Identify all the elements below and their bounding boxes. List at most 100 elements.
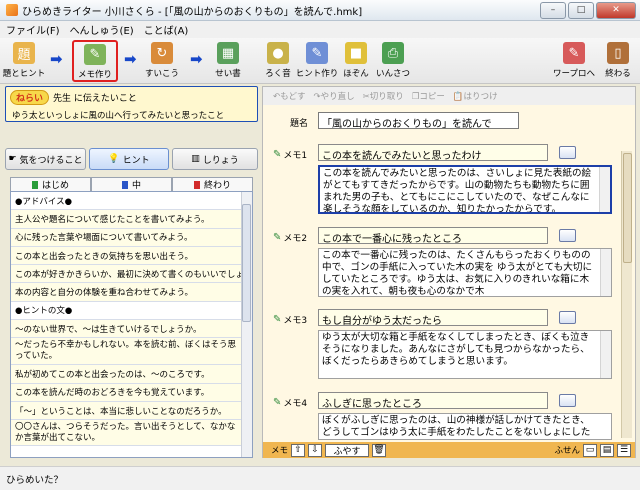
clean-copy-button[interactable]: ▦ せい書 [208,40,248,82]
menu-words[interactable]: ことば(A) [144,22,189,37]
copy-button[interactable]: ❐コピー [412,90,445,102]
print-icon: ⎙ [382,42,404,64]
pencil-icon: ✎ [273,149,282,160]
word-processor-icon: ✎ [563,42,585,64]
arrow-right-icon: ➡ [124,50,137,68]
window-title: ひらめきライター 小川さくら - [「風の山からのおくりもの」を読んで.hmk] [22,6,363,18]
clean-copy-icon: ▦ [217,42,239,64]
category-buttons: ☛ 気をつけること 💡 ヒント ▥ しりょう [5,148,258,170]
print-button[interactable]: ⎙ いんさつ [373,40,413,82]
title-label: 題名 [290,119,309,129]
flag-icon [31,180,38,189]
memo-title-input[interactable]: この本で一番心に残ったところ [318,227,548,244]
memo-expand-button[interactable] [559,394,576,407]
undo-button[interactable]: ↶もどす [273,90,305,102]
list-item[interactable]: 心に残った言葉や場面について書いてみよう。 [11,228,242,247]
goal-heading: 先生 に伝えたいこと [53,94,137,104]
maximize-button[interactable]: □ [568,1,594,19]
view-double-button[interactable]: ▤ [600,443,614,457]
memo-body-input[interactable]: この本を読んでみたいと思ったのは、さいしょに見た表紙の絵がとてもすてきだったから… [318,165,612,214]
move-up-button[interactable]: ⇧ [291,443,306,457]
cut-button[interactable]: ✂切り取り [363,90,404,102]
memo-create-button[interactable]: ✎ メモ作り [72,40,118,82]
memo-body-input[interactable]: ぼくがふしぎに思ったのは、山の神様が話しかけてきたとき、どうしてゴンはゆう太に手… [318,413,612,440]
move-down-button[interactable]: ⇩ [308,443,323,457]
menu-bar: ファイル(F) へんしゅう(E) ことば(A) [0,21,640,38]
add-memo-button[interactable]: ふやす [325,443,370,457]
menu-edit[interactable]: へんしゅう(E) [70,22,134,37]
status-bar: ひらめいた？ [0,466,640,490]
trash-icon[interactable]: 🗑 [372,443,387,457]
list-item[interactable]: 主人公や題名について感じたことを書いてみよう。 [11,210,242,229]
memo-pane: ↶もどす ↷やり直し ✂切り取り ❐コピー 📋はりつけ 題名 「風の山からのおく… [262,86,636,458]
memo-pane-scrollbar[interactable] [621,151,632,438]
flag-icon [121,180,128,189]
memo-body-input[interactable]: この本で一番心に残ったのは、たくさんもらったおくりものの中で、ゴンの手紙に入って… [318,248,612,297]
sticky-view-group: ふせん ▭ ▤ ☰ [554,443,635,457]
pencil-icon: ✎ [273,232,282,243]
view-single-button[interactable]: ▭ [583,443,597,457]
hand-icon: ☛ [8,154,17,164]
memo-title-input[interactable]: ふしぎに思ったところ [318,392,548,409]
list-item[interactable]: ●アドバイス● [11,192,242,211]
word-processor-button[interactable]: ✎ ワープロへ [552,40,596,82]
arrow-right-icon: ➡ [190,50,203,68]
menu-file[interactable]: ファイル(F) [6,22,60,37]
paste-button[interactable]: 📋はりつけ [453,90,498,102]
close-button[interactable]: ✕ [596,1,636,19]
list-item[interactable]: 私が初めてこの本と出会ったのは、～のころです。 [11,365,242,384]
memo-scrollbar[interactable] [600,331,611,378]
record-button[interactable]: ● ろく音 [258,40,298,82]
memo-scrollbar[interactable] [599,167,610,212]
list-item[interactable]: ●ヒントの文● [11,301,242,321]
books-icon: ▥ [191,154,200,164]
tab-middle[interactable]: 中 [91,177,172,191]
list-item[interactable]: 「～」ということは、本当に悲しいことなのだろうか。 [11,401,242,421]
exit-icon: ▯ [607,42,629,64]
list-item[interactable]: ～だったら不幸かもしれない。本を読む前、ぼくはそう思っていた。 [11,338,242,366]
caution-button[interactable]: ☛ 気をつけること [5,148,86,170]
arrow-right-icon: ➡ [50,50,63,68]
list-item[interactable]: この本を読んだ時のおどろきを今も覚えています。 [11,383,242,402]
hint-list-scrollbar[interactable] [241,192,252,457]
memo-title-input[interactable]: この本を読んでみたいと思ったわけ [318,144,548,161]
memo-title-input[interactable]: もし自分がゆう太だったら [318,309,548,326]
minimize-button[interactable]: – [540,1,566,19]
goal-box: ねらい 先生 に伝えたいこと ゆう太といっしょに風の山へ行ってみたいと思ったこと [5,86,258,122]
title-input[interactable]: 「風の山からのおくりもの」を読んで [318,112,519,130]
memo-create-icon: ✎ [84,44,106,65]
main-toolbar: 題 題とヒント ➡ ✎ メモ作り ➡ ↻ すいこう ➡ ▦ せい書 ● ろく音 … [0,38,640,84]
memo-expand-button[interactable] [559,229,576,242]
flag-icon [193,180,200,189]
memo-expand-button[interactable] [559,146,576,159]
memo-body-input[interactable]: ゆう太が大切な箱と手紙をなくしてしまったとき、ぼくも泣きそうになりました。あんな… [318,330,612,379]
record-icon: ● [267,42,289,64]
hint-button[interactable]: 💡 ヒント [89,148,169,170]
exit-button[interactable]: ▯ 終わる [598,40,638,82]
save-icon: ■ [345,42,367,64]
view-list-button[interactable]: ☰ [617,443,631,457]
hint-create-button[interactable]: ✎ ヒント作り [296,40,338,82]
scroll-thumb[interactable] [623,153,632,263]
pencil-icon: ✎ [273,314,282,325]
save-button[interactable]: ■ ほぞん [336,40,376,82]
list-item[interactable]: ～のない世界で、～は生きていけるでしょうか。 [11,320,242,339]
list-item[interactable]: 〇〇さんは、つらそうだった。言い出そうとして、なかなか言葉が出てこない。 [11,420,242,447]
redo-button[interactable]: ↷やり直し [313,90,354,102]
memo-toolbar: メモ ⇧ ⇩ ふやす 🗑 ふせん ▭ ▤ ☰ [263,442,635,458]
materials-button[interactable]: ▥ しりょう [172,148,258,170]
memo-scrollbar[interactable] [600,249,611,296]
memo-expand-button[interactable] [559,311,576,324]
hint-create-icon: ✎ [306,42,328,64]
status-text: ひらめいた？ [6,475,64,486]
hint-list: ●アドバイス● 主人公や題名について感じたことを書いてみよう。 心に残った言葉や… [10,191,253,458]
tab-end[interactable]: 終わり [172,177,253,191]
app-icon [6,4,18,16]
tab-beginning[interactable]: はじめ [10,177,91,191]
list-item[interactable]: この本が好きかきらいか、最初に決めて書くのもいいでしょう。 [11,265,242,284]
list-item[interactable]: この本と出会ったときの気持ちを思い出そう。 [11,246,242,266]
list-item[interactable]: 本の内容と自分の体験を重ね合わせてみよう。 [11,283,242,302]
revise-button[interactable]: ↻ すいこう [142,40,182,82]
scroll-thumb[interactable] [242,204,251,322]
title-hint-button[interactable]: 題 題とヒント [3,40,45,82]
